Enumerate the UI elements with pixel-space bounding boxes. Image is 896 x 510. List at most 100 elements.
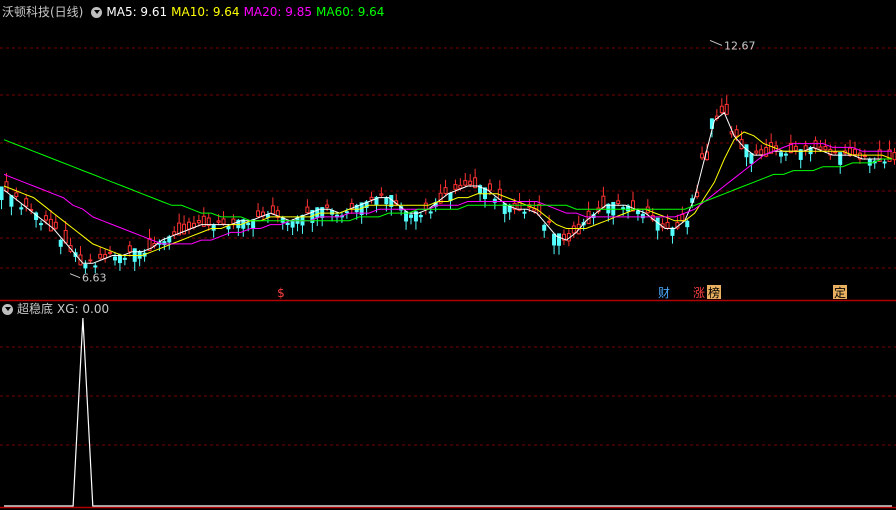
candle-body xyxy=(108,251,113,254)
high-pointer xyxy=(709,40,723,46)
candle-body xyxy=(24,198,29,207)
candle-body xyxy=(754,150,759,154)
candle-body xyxy=(547,220,552,223)
candle-body xyxy=(423,202,428,210)
low-pointer xyxy=(69,273,81,279)
candle-body xyxy=(325,204,330,208)
event-markers: $ 财 涨榜 定 xyxy=(277,285,847,300)
candle-body xyxy=(117,254,122,264)
candle-body xyxy=(463,180,468,186)
candle-body xyxy=(211,224,216,231)
settings-dropdown-icon[interactable] xyxy=(91,6,103,18)
candle-body xyxy=(468,180,473,186)
ma5-label: MA5: 9.61 xyxy=(106,5,168,19)
event-marker: 榜 xyxy=(708,285,720,300)
candle-body xyxy=(256,210,261,218)
candle-body xyxy=(443,187,448,194)
candle-body xyxy=(270,205,275,215)
candle-body xyxy=(226,226,231,230)
candle-body xyxy=(635,210,640,215)
candle-body xyxy=(838,152,843,165)
event-marker: 财 xyxy=(658,286,670,300)
candle-body xyxy=(813,140,818,149)
candle-body xyxy=(384,197,389,205)
candle-body xyxy=(127,245,132,253)
chart-canvas: 12.67 6.63 $ 财 涨榜 定 xyxy=(0,39,896,509)
candle-body xyxy=(759,149,764,156)
candle-body xyxy=(542,224,547,231)
candle-body xyxy=(448,192,453,202)
candle-body xyxy=(665,221,670,229)
candle-body xyxy=(265,214,270,218)
candle-body xyxy=(14,192,19,197)
annotations: 12.67 6.63 xyxy=(69,39,756,285)
candle-body xyxy=(0,186,4,201)
candle-body xyxy=(680,214,685,222)
candle-body xyxy=(58,239,63,247)
candle-body xyxy=(98,253,103,259)
candle-body xyxy=(290,220,295,228)
ma60-label: MA60: 9.64 xyxy=(316,5,385,19)
candle-body xyxy=(196,220,201,224)
candle-body xyxy=(409,214,413,218)
candle-body xyxy=(522,211,527,214)
candle-body xyxy=(418,214,423,218)
candle-body xyxy=(428,211,433,214)
candle-body xyxy=(783,153,788,156)
candle-body xyxy=(39,223,43,226)
event-marker: 定 xyxy=(834,285,846,300)
candle-body xyxy=(187,221,191,230)
candle-body xyxy=(83,264,88,269)
candle-body xyxy=(182,223,187,235)
candle-body xyxy=(221,218,226,225)
main-header: 沃顿科技(日线) MA5: 9.61 MA10: 9.64 MA20: 9.85… xyxy=(2,4,388,20)
candle-body xyxy=(818,146,823,150)
candle-body xyxy=(557,233,561,246)
candle-body xyxy=(552,233,557,246)
candle-body xyxy=(744,144,749,158)
candle-body xyxy=(571,225,576,234)
candle-body xyxy=(53,221,58,229)
candle-body xyxy=(685,220,690,228)
candle-body xyxy=(853,148,857,156)
ma-line-ma5 xyxy=(3,111,892,264)
candle-body xyxy=(724,103,729,115)
candle-body xyxy=(305,206,310,214)
grid xyxy=(0,47,896,509)
indicator-dropdown-icon[interactable] xyxy=(2,303,13,315)
high-price-label: 12.67 xyxy=(724,39,756,52)
indicator-title: 超稳底 xyxy=(17,302,54,316)
candle-body xyxy=(93,265,98,268)
candle-body xyxy=(882,161,887,164)
candle-body xyxy=(88,259,93,262)
candle-body xyxy=(246,222,251,226)
candle-body xyxy=(369,196,374,201)
indicator-panel xyxy=(4,317,892,507)
ma-lines xyxy=(3,111,893,264)
ma20-label: MA20: 9.85 xyxy=(243,5,312,19)
candle-body xyxy=(586,210,591,225)
candle-body xyxy=(487,183,492,191)
candle-body xyxy=(379,193,384,196)
candle-body xyxy=(867,158,872,166)
candle-body xyxy=(113,256,117,261)
xg-label: XG: 0.00 xyxy=(57,302,110,316)
ma-line-ma60 xyxy=(3,139,892,222)
candle-body xyxy=(137,251,142,259)
candle-body xyxy=(862,155,867,158)
candle-body xyxy=(43,215,48,221)
candle-body xyxy=(19,207,24,210)
ma10-label: MA10: 9.64 xyxy=(171,5,240,19)
low-price-label: 6.63 xyxy=(82,272,107,285)
event-marker: $ xyxy=(277,286,285,300)
candle-body xyxy=(285,222,290,225)
stock-title: 沃顿科技(日线) xyxy=(2,5,84,19)
candle-body xyxy=(700,153,705,159)
candle-body xyxy=(9,195,14,207)
candle-body xyxy=(344,211,349,214)
candle-body xyxy=(532,208,537,212)
candle-body xyxy=(670,227,675,236)
sub-header: 超稳底 XG: 0.00 xyxy=(2,301,113,317)
candle-body xyxy=(458,184,463,189)
xg-line xyxy=(4,317,892,507)
